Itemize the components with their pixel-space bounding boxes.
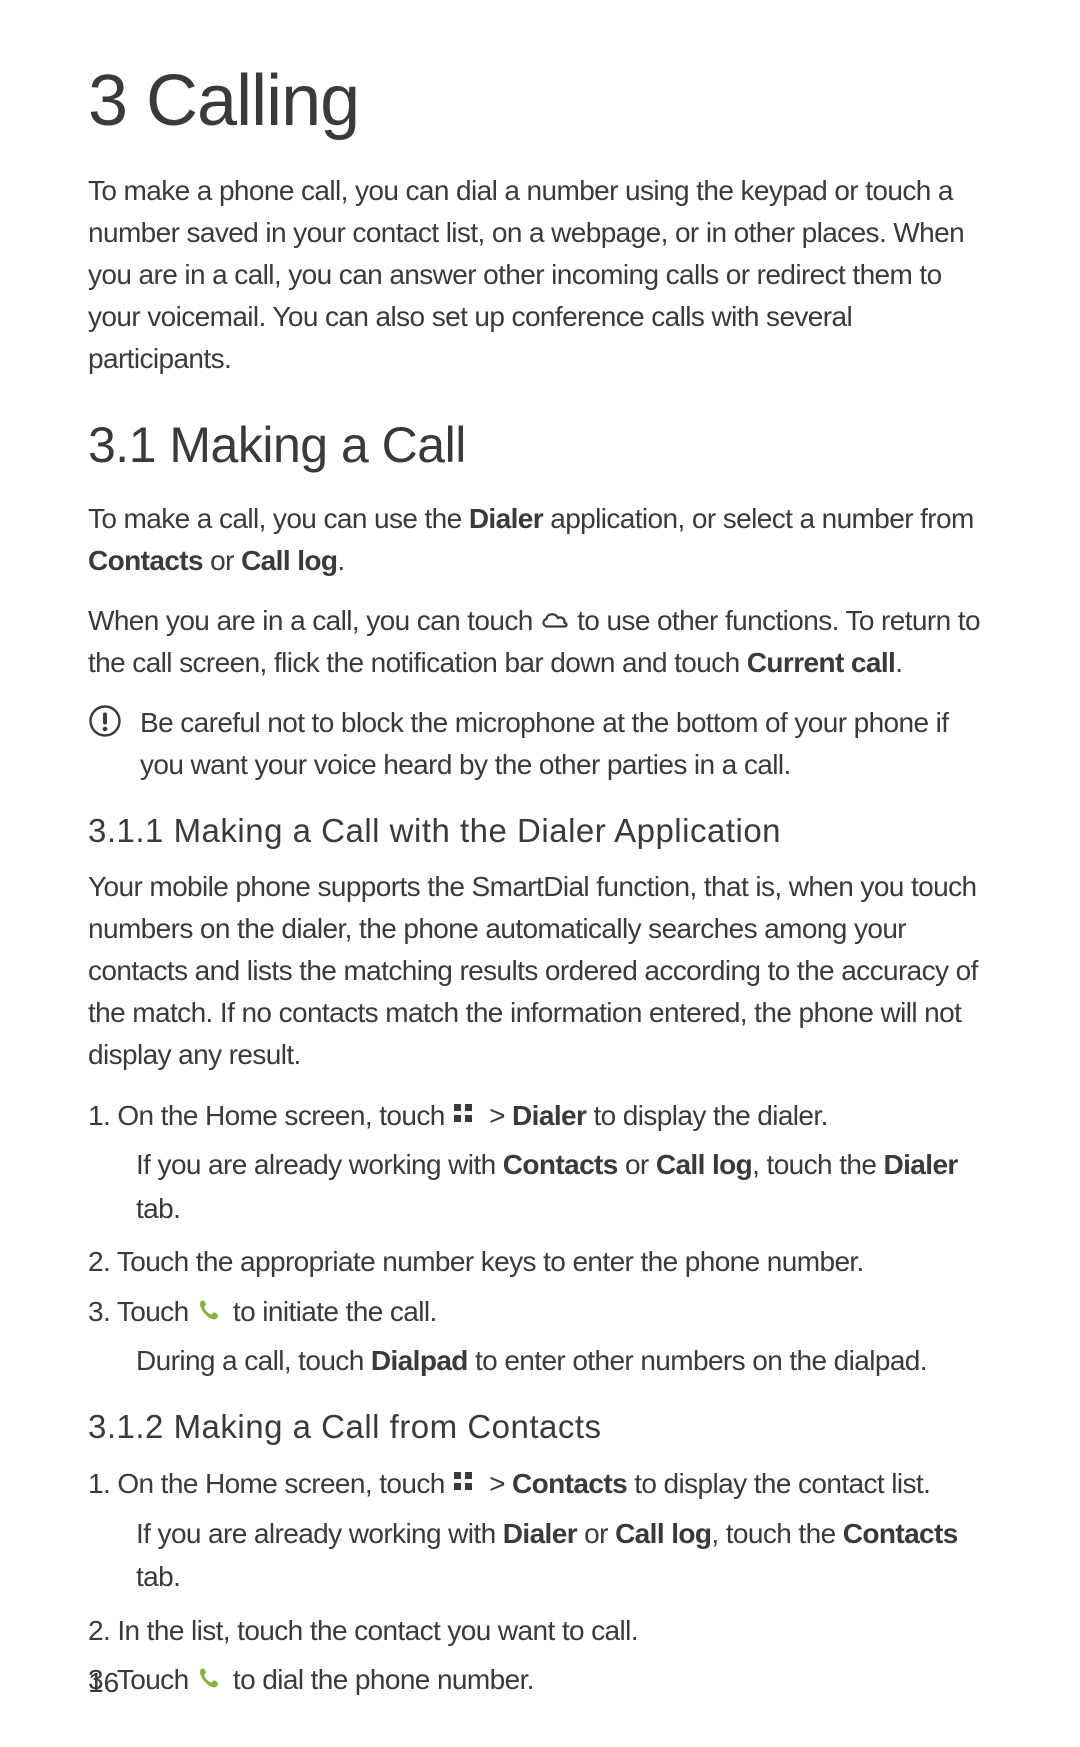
text: or — [618, 1149, 656, 1180]
bold-text: Dialpad — [371, 1345, 468, 1376]
text: to initiate the call. — [233, 1296, 437, 1327]
text: , touch the — [711, 1518, 842, 1549]
text: or — [577, 1518, 615, 1549]
bold-text: Contacts — [512, 1468, 627, 1499]
text: or — [203, 545, 241, 576]
list-sub-item: If you are already working with Contacts… — [88, 1143, 992, 1230]
list-item: 1. On the Home screen, touch > Dialer to… — [88, 1094, 992, 1137]
body-paragraph: When you are in a call, you can touch to… — [88, 600, 992, 684]
bold-text: Dialer — [512, 1100, 586, 1131]
text: > — [489, 1468, 512, 1499]
ordered-list: 1. On the Home screen, touch > Contacts … — [88, 1462, 992, 1701]
text: to enter other numbers on the dialpad. — [468, 1345, 927, 1376]
list-item: 1. On the Home screen, touch > Contacts … — [88, 1462, 992, 1505]
subsection-heading: 3.1.1 Making a Call with the Dialer Appl… — [88, 812, 992, 850]
list-item: 3. Touch to initiate the call. — [88, 1290, 992, 1333]
list-item: 3. Touch to dial the phone number. — [88, 1658, 992, 1701]
note-text: Be careful not to block the microphone a… — [140, 702, 992, 786]
text: > — [489, 1100, 512, 1131]
phone-icon — [196, 1666, 226, 1692]
text: . — [337, 545, 344, 576]
text: If you are already working with — [136, 1149, 503, 1180]
bold-text: Contacts — [843, 1518, 958, 1549]
page-number: 16 — [88, 1667, 119, 1699]
bold-text: Contacts — [503, 1149, 618, 1180]
phone-icon — [196, 1298, 226, 1324]
text: 3. Touch — [88, 1296, 196, 1327]
apps-grid-icon — [452, 1470, 482, 1496]
cloud-icon — [540, 607, 570, 633]
info-icon — [88, 704, 122, 738]
bold-text: Dialer — [469, 503, 543, 534]
text: , touch the — [752, 1149, 883, 1180]
bold-text: Contacts — [88, 545, 203, 576]
section-heading: 3.1 Making a Call — [88, 416, 992, 474]
text: 1. On the Home screen, touch — [88, 1100, 452, 1131]
text: to display the contact list. — [627, 1468, 930, 1499]
bold-text: Current call — [747, 647, 895, 678]
ordered-list: 1. On the Home screen, touch > Dialer to… — [88, 1094, 992, 1382]
text: to dial the phone number. — [233, 1664, 534, 1695]
bold-text: Dialer — [884, 1149, 958, 1180]
chapter-heading: 3 Calling — [88, 60, 992, 142]
list-sub-item: If you are already working with Dialer o… — [88, 1512, 992, 1599]
text: tab. — [136, 1193, 180, 1224]
text: When you are in a call, you can touch — [88, 605, 540, 636]
text: To make a call, you can use the — [88, 503, 469, 534]
text: If you are already working with — [136, 1518, 503, 1549]
text: tab. — [136, 1561, 180, 1592]
bold-text: Call log — [615, 1518, 711, 1549]
text: During a call, touch — [136, 1345, 371, 1376]
manual-page: 3 Calling To make a phone call, you can … — [0, 0, 1080, 1747]
apps-grid-icon — [452, 1102, 482, 1128]
text: application, or select a number from — [543, 503, 974, 534]
intro-paragraph: To make a phone call, you can dial a num… — [88, 170, 992, 380]
bold-text: Call log — [241, 545, 337, 576]
subsection-heading: 3.1.2 Making a Call from Contacts — [88, 1408, 992, 1446]
bold-text: Call log — [656, 1149, 752, 1180]
text: to display the dialer. — [586, 1100, 827, 1131]
text: . — [895, 647, 902, 678]
body-paragraph: To make a call, you can use the Dialer a… — [88, 498, 992, 582]
body-paragraph: Your mobile phone supports the SmartDial… — [88, 866, 992, 1076]
text: 1. On the Home screen, touch — [88, 1468, 452, 1499]
bold-text: Dialer — [503, 1518, 577, 1549]
list-sub-item: During a call, touch Dialpad to enter ot… — [88, 1339, 992, 1382]
note-block: Be careful not to block the microphone a… — [88, 702, 992, 786]
list-item: 2. Touch the appropriate number keys to … — [88, 1240, 992, 1283]
list-item: 2. In the list, touch the contact you wa… — [88, 1609, 992, 1652]
